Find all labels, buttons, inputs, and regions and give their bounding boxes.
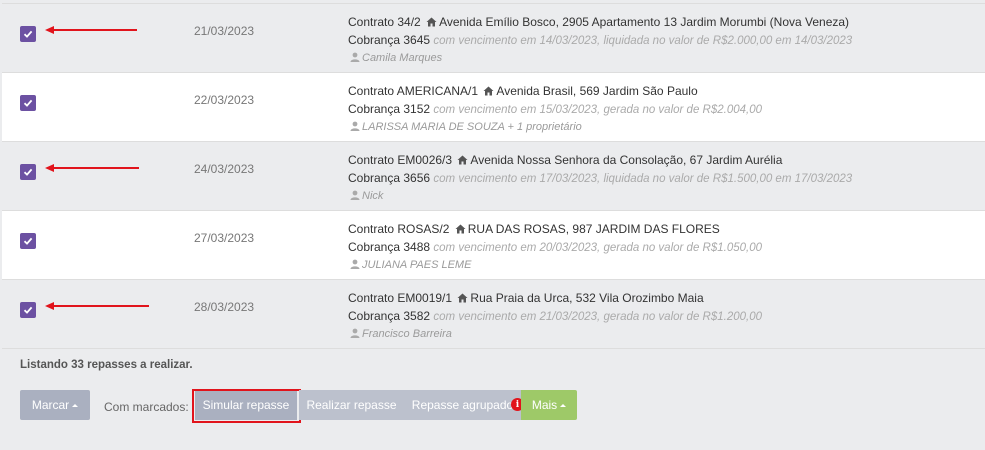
check-icon [23, 236, 33, 246]
user-icon [350, 189, 360, 206]
owner-name: Camila Marques [362, 52, 443, 64]
owner-name: Francisco Barreira [362, 328, 452, 340]
property-address: Avenida Brasil, 569 Jardim São Paulo [496, 84, 698, 98]
mais-dropdown-button[interactable]: Mais [521, 390, 577, 420]
contract-link[interactable]: Contrato ROSAS/2 [348, 222, 449, 236]
owner-name: Nick [362, 190, 384, 202]
highlight-annotation-box [192, 389, 301, 423]
check-icon [23, 167, 33, 177]
charge-detail: com vencimento em 20/03/2023, gerada no … [433, 242, 763, 254]
charge-detail: com vencimento em 15/03/2023, gerada no … [433, 104, 763, 116]
charge-line: Cobrança 3582 com vencimento em 21/03/20… [348, 308, 762, 326]
row-checkbox[interactable] [20, 26, 36, 42]
user-icon [350, 258, 360, 275]
check-icon [23, 29, 33, 39]
home-icon [426, 15, 437, 32]
caret-up-icon [72, 403, 79, 407]
property-address: Rua Praia da Urca, 532 Vila Orozimbo Mai… [470, 291, 704, 305]
contract-line: Contrato 34/2 Avenida Emílio Bosco, 2905… [348, 14, 852, 32]
due-date: 24/03/2023 [194, 162, 255, 176]
property-address: Avenida Nossa Senhora da Consolação, 67 … [470, 153, 783, 167]
repasse-agrupado-button[interactable]: Repasse agrupado [404, 390, 521, 420]
charge-line: Cobrança 3645 com vencimento em 14/03/20… [348, 32, 852, 50]
realizar-repasse-button[interactable]: Realizar repasse [299, 390, 404, 420]
red-arrow-annotation [44, 24, 138, 38]
table-row[interactable]: 21/03/2023 Contrato 34/2 Avenida Emílio B… [2, 4, 985, 73]
home-icon [457, 291, 468, 308]
contract-info: Contrato 34/2 Avenida Emílio Bosco, 2905… [348, 14, 852, 68]
contract-info: Contrato AMERICANA/1 Avenida Brasil, 569… [348, 83, 762, 137]
charge-line: Cobrança 3152 com vencimento em 15/03/20… [348, 101, 762, 119]
repasse-agrupado-label: Repasse agrupado [411, 398, 514, 412]
due-date: 27/03/2023 [194, 231, 255, 245]
property-address: Avenida Emílio Bosco, 2905 Apartamento 1… [439, 15, 850, 29]
home-icon [457, 153, 468, 170]
table-row[interactable]: 27/03/2023 Contrato ROSAS/2 RUA DAS ROSAS… [2, 211, 985, 280]
property-address: RUA DAS ROSAS, 987 JARDIM DAS FLORES [467, 222, 720, 236]
due-date: 22/03/2023 [194, 93, 255, 107]
com-marcados-label: Com marcados: [104, 400, 189, 414]
repasses-list: 21/03/2023 Contrato 34/2 Avenida Emílio B… [2, 3, 985, 349]
due-date: 21/03/2023 [194, 24, 255, 38]
contract-line: Contrato EM0019/1 Rua Praia da Urca, 532… [348, 290, 762, 308]
row-checkbox[interactable] [20, 95, 36, 111]
contract-info: Contrato EM0019/1 Rua Praia da Urca, 532… [348, 290, 762, 344]
marcar-button-label: Marcar [31, 398, 70, 412]
charge-link[interactable]: Cobrança 3152 [348, 102, 430, 116]
red-arrow-annotation [44, 162, 140, 176]
charge-link[interactable]: Cobrança 3656 [348, 171, 430, 185]
contract-link[interactable]: Contrato EM0026/3 [348, 153, 452, 167]
user-icon [350, 120, 360, 137]
home-icon [483, 84, 494, 101]
contract-link[interactable]: Contrato EM0019/1 [348, 291, 452, 305]
owner-line: LARISSA MARIA DE SOUZA + 1 proprietário [348, 119, 762, 137]
contract-link[interactable]: Contrato AMERICANA/1 [348, 84, 478, 98]
marcar-dropdown-button[interactable]: Marcar [20, 390, 90, 420]
contract-line: Contrato ROSAS/2 RUA DAS ROSAS, 987 JARD… [348, 221, 762, 239]
charge-detail: com vencimento em 21/03/2023, gerada no … [433, 311, 763, 323]
home-icon [455, 222, 466, 239]
row-checkbox[interactable] [20, 164, 36, 180]
charge-line: Cobrança 3656 com vencimento em 17/03/20… [348, 170, 852, 188]
owner-line: JULIANA PAES LEME [348, 257, 762, 275]
table-row[interactable]: 24/03/2023 Contrato EM0026/3 Avenida Noss… [2, 142, 985, 211]
realizar-repasse-label: Realizar repasse [306, 398, 397, 412]
charge-link[interactable]: Cobrança 3645 [348, 33, 430, 47]
charge-line: Cobrança 3488 com vencimento em 20/03/20… [348, 239, 762, 257]
mais-button-label: Mais [531, 398, 558, 412]
charge-detail: com vencimento em 14/03/2023, liquidada … [433, 35, 853, 47]
owner-line: Nick [348, 188, 852, 206]
contract-link[interactable]: Contrato 34/2 [348, 15, 421, 29]
owner-line: Francisco Barreira [348, 326, 762, 344]
row-checkbox[interactable] [20, 233, 36, 249]
owner-line: Camila Marques [348, 50, 852, 68]
owner-name: LARISSA MARIA DE SOUZA + 1 proprietário [362, 121, 582, 133]
charge-link[interactable]: Cobrança 3582 [348, 309, 430, 323]
owner-name: JULIANA PAES LEME [362, 259, 472, 271]
check-icon [23, 98, 33, 108]
table-row[interactable]: 28/03/2023 Contrato EM0019/1 Rua Praia da… [2, 280, 985, 349]
table-row[interactable]: 22/03/2023 Contrato AMERICANA/1 Avenida B… [2, 73, 985, 142]
caret-up-icon [560, 403, 567, 407]
contract-line: Contrato AMERICANA/1 Avenida Brasil, 569… [348, 83, 762, 101]
contract-line: Contrato EM0026/3 Avenida Nossa Senhora … [348, 152, 852, 170]
listing-count-text: Listando 33 repasses a realizar. [20, 359, 193, 371]
user-icon [350, 327, 360, 344]
row-checkbox[interactable] [20, 302, 36, 318]
user-icon [350, 51, 360, 68]
contract-info: Contrato EM0026/3 Avenida Nossa Senhora … [348, 152, 852, 206]
due-date: 28/03/2023 [194, 300, 255, 314]
charge-link[interactable]: Cobrança 3488 [348, 240, 430, 254]
contract-info: Contrato ROSAS/2 RUA DAS ROSAS, 987 JARD… [348, 221, 762, 275]
check-icon [23, 305, 33, 315]
red-arrow-annotation [44, 300, 150, 314]
charge-detail: com vencimento em 17/03/2023, liquidada … [433, 173, 853, 185]
